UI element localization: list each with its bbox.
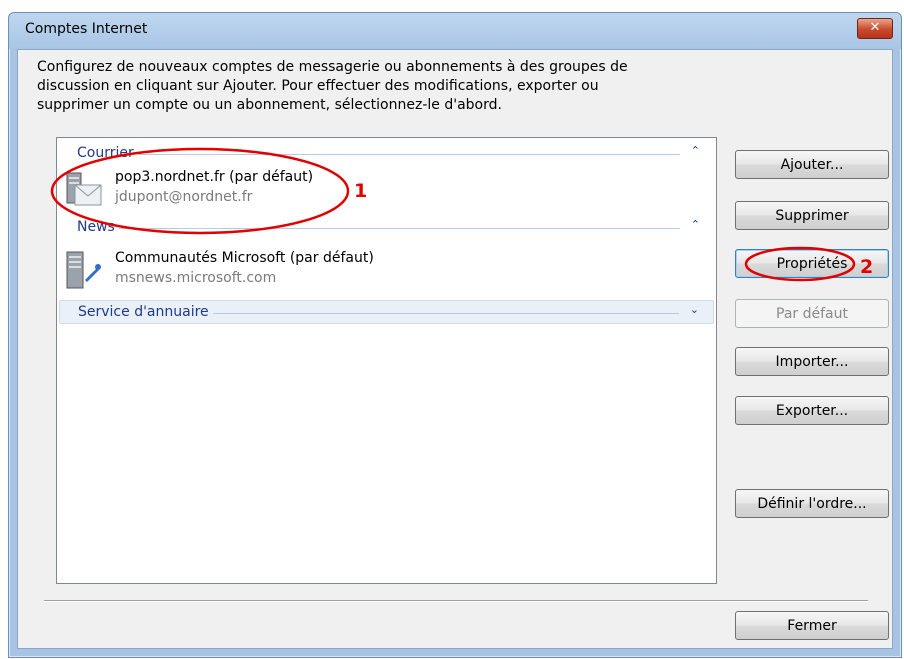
instructions-text: Configurez de nouveaux comptes de messag… (37, 58, 687, 115)
account-item-news[interactable]: Communautés Microsoft (par défaut) msnew… (65, 246, 665, 292)
chevron-down-icon[interactable]: ⌄ (690, 303, 699, 316)
window-title: Comptes Internet (25, 21, 148, 37)
group-header-directory-service[interactable]: Service d'annuaire ⌄ (59, 300, 714, 324)
title-bar: Comptes Internet ✕ (9, 13, 901, 49)
set-order-button[interactable]: Définir l'ordre... (735, 489, 889, 518)
footer-divider (44, 600, 868, 602)
group-label: Service d'annuaire (78, 304, 213, 320)
internet-accounts-dialog: Comptes Internet ✕ Configurez de nouveau… (8, 12, 902, 658)
account-name: Communautés Microsoft (par défaut) (115, 250, 374, 266)
account-name: pop3.nordnet.fr (par défaut) (115, 169, 314, 185)
group-label: Courrier (77, 145, 138, 161)
instructions-line: supprimer un compte ou un abonnement, sé… (37, 97, 502, 113)
instructions-line: Configurez de nouveaux comptes de messag… (37, 59, 628, 75)
add-button[interactable]: Ajouter... (735, 150, 889, 179)
close-button[interactable]: Fermer (735, 611, 889, 640)
group-label: News (77, 219, 119, 235)
remove-button[interactable]: Supprimer (735, 201, 889, 230)
account-detail: jdupont@nordnet.fr (115, 189, 253, 205)
group-header-news[interactable]: News ⌃ (59, 216, 714, 238)
accounts-list[interactable]: Courrier ⌃ pop3.nordnet.fr (par défaut) … (56, 137, 717, 584)
instructions-line: discussion en cliquant sur Ajouter. Pour… (37, 78, 599, 94)
close-icon: ✕ (869, 20, 881, 35)
group-header-courrier[interactable]: Courrier ⌃ (59, 142, 714, 164)
mail-account-icon (66, 172, 102, 206)
import-button[interactable]: Importer... (735, 347, 889, 376)
dialog-client-area: Configurez de nouveaux comptes de messag… (17, 49, 893, 649)
annotation-number-1: 1 (354, 180, 368, 202)
export-button[interactable]: Exporter... (735, 396, 889, 425)
close-window-button[interactable]: ✕ (857, 18, 893, 39)
account-detail: msnews.microsoft.com (115, 270, 277, 286)
group-divider (77, 154, 680, 155)
group-divider (77, 228, 680, 229)
set-default-button[interactable]: Par défaut (735, 299, 889, 328)
chevron-up-icon[interactable]: ⌃ (691, 144, 700, 157)
news-server-icon (66, 251, 101, 289)
annotation-number-2: 2 (860, 256, 874, 278)
chevron-up-icon[interactable]: ⌃ (691, 218, 700, 231)
